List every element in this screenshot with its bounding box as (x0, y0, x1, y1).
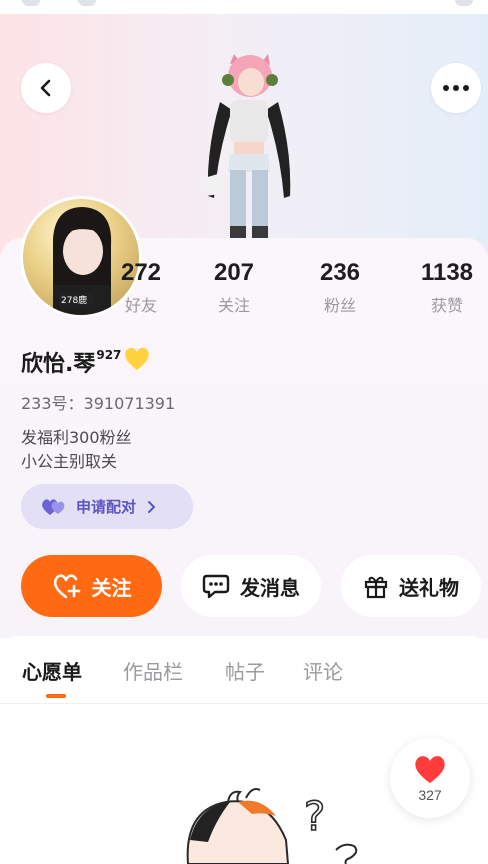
stat-likes-value: 1138 (420, 259, 474, 286)
empty-state-mascot: ? (186, 788, 358, 864)
username-text: 欣怡.琴 (21, 352, 96, 377)
stat-friends-value: 272 (120, 259, 162, 286)
stat-fans-value: 236 (319, 259, 361, 286)
like-count: 327 (418, 787, 442, 803)
more-dots-icon (443, 85, 469, 91)
send-message-label: 发消息 (240, 575, 300, 600)
chevron-right-icon (148, 500, 156, 513)
stat-following-value: 207 (213, 259, 255, 286)
chevron-left-icon (40, 79, 51, 97)
message-bubble-icon (202, 574, 230, 599)
content-tabs: 心愿单 作品栏 帖子 评论 (0, 636, 488, 704)
send-message-button[interactable]: 发消息 (181, 555, 321, 617)
heart-icon (415, 756, 445, 783)
character-3d-model (204, 54, 291, 240)
yellow-heart-icon (125, 347, 150, 370)
stat-likes-label: 获赞 (430, 296, 463, 315)
apply-pair-label: 申请配对 (76, 498, 137, 516)
tab-posts[interactable]: 帖子 (225, 656, 265, 685)
status-strip (0, 0, 488, 14)
username-superscript: 927 (96, 348, 122, 362)
tab-comments[interactable]: 评论 (303, 656, 343, 685)
tab-wishlist[interactable]: 心愿单 (22, 656, 82, 685)
send-gift-label: 送礼物 (399, 575, 459, 600)
active-tab-indicator (46, 694, 66, 698)
svg-text:?: ? (304, 794, 325, 840)
svg-text:278鹿: 278鹿 (61, 294, 87, 306)
tab-works[interactable]: 作品栏 (123, 656, 183, 685)
gift-icon (364, 576, 388, 599)
user-id: 233号：391071391 (21, 394, 176, 413)
stat-fans[interactable]: 236 粉丝 (295, 258, 385, 316)
stat-fans-label: 粉丝 (323, 296, 356, 315)
follow-label: 关注 (91, 575, 132, 600)
stat-following-label: 关注 (217, 296, 250, 315)
apply-pair-button[interactable]: 申请配对 (21, 484, 193, 529)
stat-friends[interactable]: 272 好友 (96, 258, 186, 316)
back-button[interactable] (21, 63, 71, 113)
heart-plus-icon (53, 574, 80, 599)
double-heart-icon (42, 498, 65, 515)
like-button[interactable]: 327 (390, 738, 470, 818)
bio: 发福利300粉丝 小公主别取关 (21, 426, 132, 474)
more-button[interactable] (431, 63, 481, 113)
username: 欣怡.琴 927 (21, 346, 151, 378)
send-gift-button[interactable]: 送礼物 (341, 555, 481, 617)
bio-line: 发福利300粉丝 (21, 428, 132, 447)
stat-friends-label: 好友 (124, 296, 157, 315)
stat-following[interactable]: 207 关注 (189, 258, 279, 316)
bio-line: 小公主别取关 (21, 452, 118, 471)
stat-likes[interactable]: 1138 获赞 (402, 258, 488, 316)
follow-button[interactable]: 关注 (21, 555, 162, 617)
